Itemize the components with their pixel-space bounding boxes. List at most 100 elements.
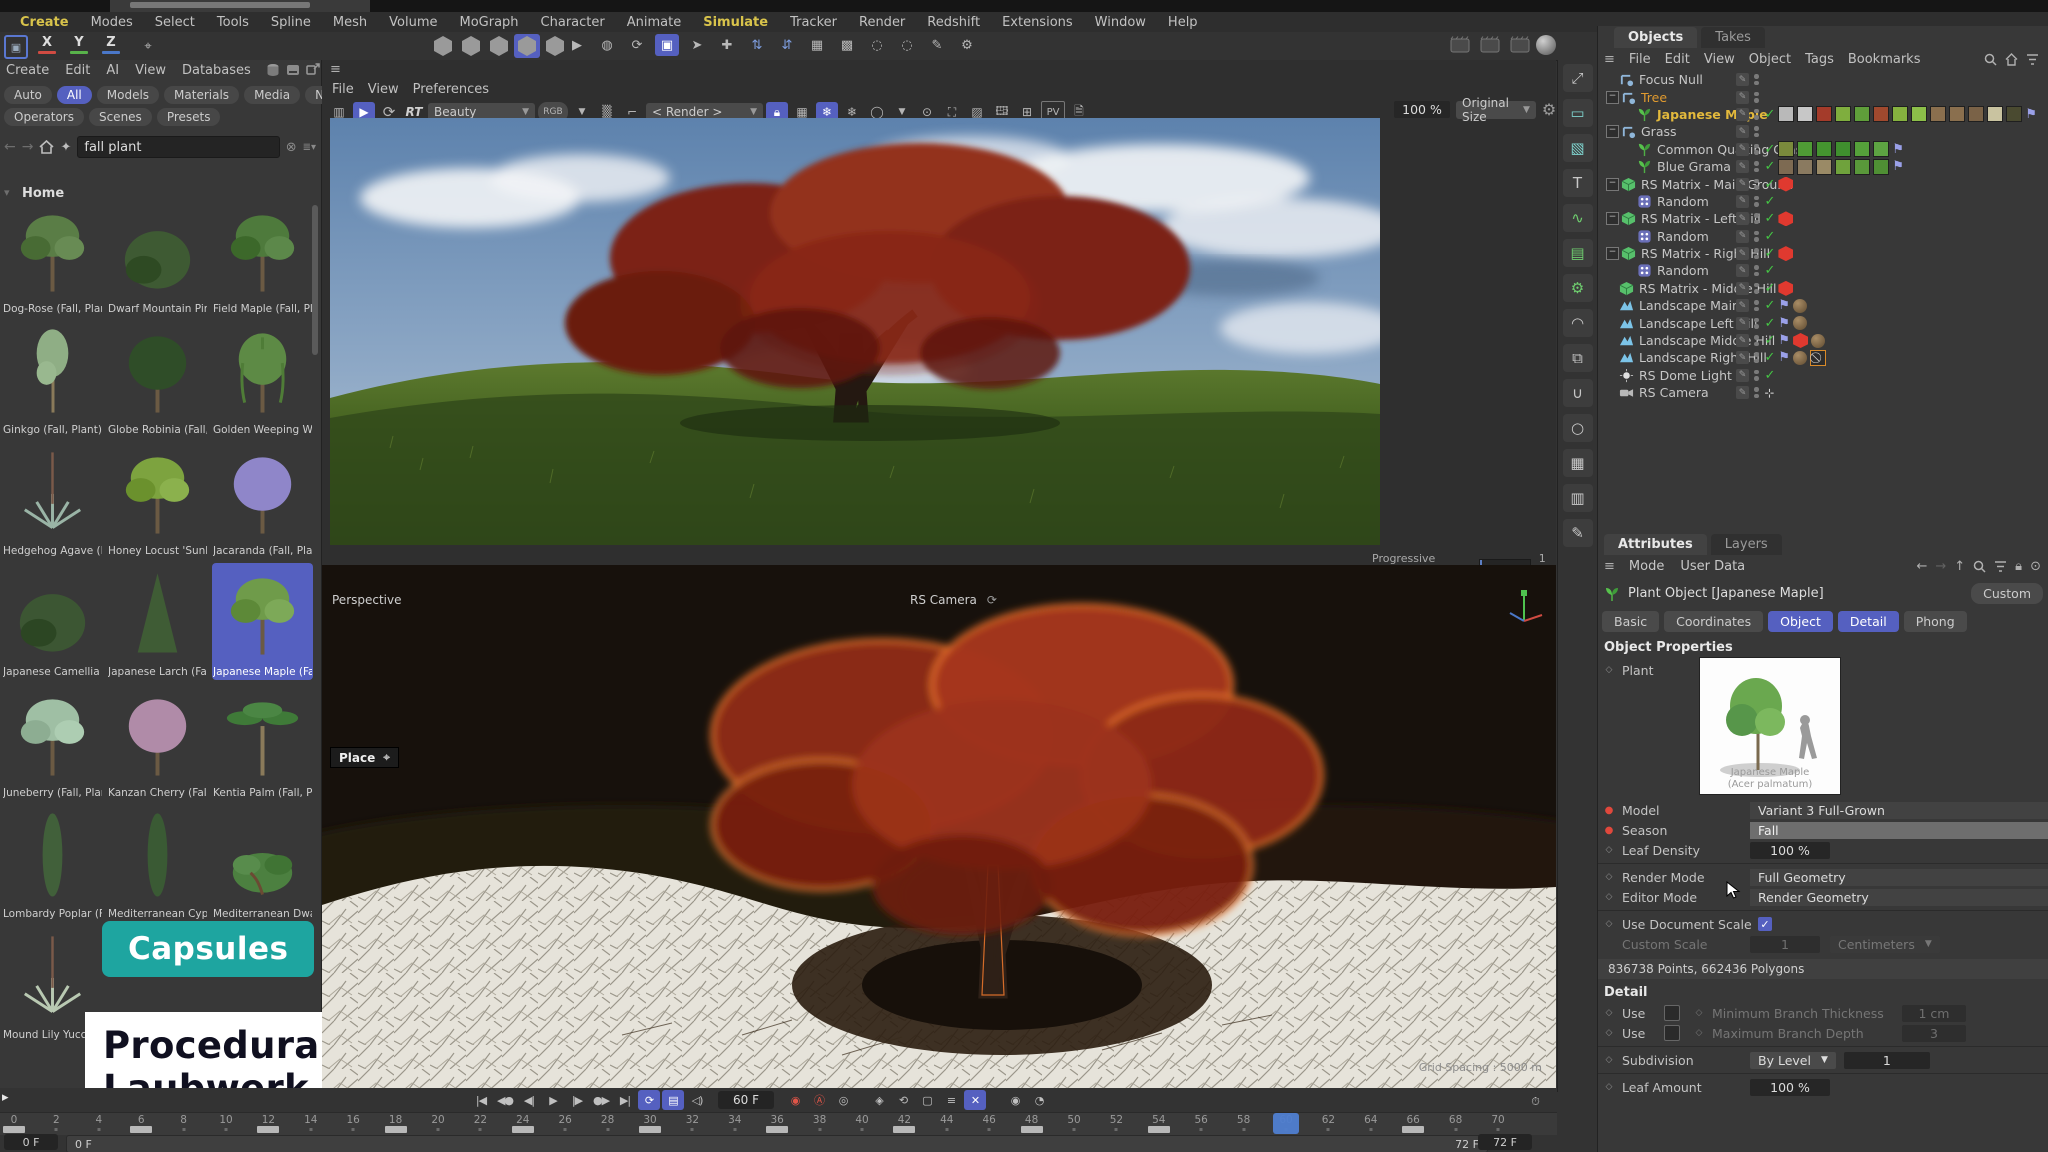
asset-menu-edit[interactable]: Edit: [65, 63, 90, 79]
current-frame-field[interactable]: 60 F: [718, 1091, 774, 1109]
asset-menu-view[interactable]: View: [135, 63, 166, 79]
om-menu-view[interactable]: View: [1704, 52, 1735, 67]
render-mode-key-icon[interactable]: ◇: [1604, 872, 1614, 882]
material-tag-swatch[interactable]: [1987, 106, 2003, 122]
record-scale-button[interactable]: ▢: [916, 1090, 938, 1110]
render-view-button[interactable]: [1448, 34, 1472, 56]
asset-menu-ai[interactable]: AI: [106, 63, 119, 79]
attr-menu-user-data[interactable]: User Data: [1680, 559, 1745, 574]
phong-tag-icon[interactable]: ⚑: [1778, 350, 1790, 365]
grid-add-icon[interactable]: ▩: [835, 34, 859, 56]
loop-playback-button[interactable]: ⟳: [638, 1090, 660, 1110]
material-tag-swatch[interactable]: [1778, 141, 1794, 157]
use-max-key-icon[interactable]: ◇: [1604, 1028, 1614, 1038]
keyframe-preset-b-button[interactable]: ◔: [1028, 1090, 1050, 1110]
play-icon[interactable]: ▶: [565, 34, 589, 56]
edit-toggle-icon[interactable]: ✎: [1736, 160, 1749, 173]
dim-ring-b-icon[interactable]: ◌: [895, 34, 919, 56]
camera-tool-icon[interactable]: ▦: [1563, 449, 1593, 477]
om-filter-icon[interactable]: [2026, 53, 2039, 66]
season-dropdown[interactable]: Fall: [1750, 822, 2048, 839]
object-label[interactable]: RS Camera: [1639, 385, 1709, 400]
om-panel-menu-icon[interactable]: ≡: [1604, 52, 1615, 67]
grid-icon[interactable]: ▦: [805, 34, 829, 56]
model-mode-icon[interactable]: [514, 34, 540, 58]
object-row[interactable]: Focus Null✎: [1598, 71, 2048, 88]
axis-lock-z-button[interactable]: Z: [98, 35, 124, 57]
edit-toggle-icon[interactable]: ✎: [1736, 73, 1749, 86]
tab-takes[interactable]: Takes: [1701, 27, 1765, 48]
nodraw-tag-icon[interactable]: ⃠: [1810, 350, 1826, 366]
range-start-field[interactable]: 0 F: [4, 1134, 58, 1150]
circle-spline-icon[interactable]: ○: [1563, 414, 1593, 442]
material-sphere-icon[interactable]: [1536, 35, 1556, 55]
polygons-mode-icon[interactable]: [486, 34, 512, 58]
asset-tile[interactable]: Japanese Camellia (Fal...: [2, 563, 103, 680]
edit-toggle-icon[interactable]: ✎: [1736, 125, 1749, 138]
tab-objects[interactable]: Objects: [1614, 27, 1697, 48]
attr-forward-icon[interactable]: →: [1935, 559, 1946, 574]
phong-tag-icon[interactable]: ⚑: [1778, 298, 1790, 313]
edit-toggle-icon[interactable]: ✎: [1736, 317, 1749, 330]
timeline-ruler[interactable]: 0246810121416182022242628303234363840424…: [0, 1112, 1557, 1135]
object-row[interactable]: −RS Matrix - Main Ground✎✓: [1598, 175, 2048, 192]
pen-icon[interactable]: ✎: [925, 34, 949, 56]
workplane-icon[interactable]: ▣: [4, 35, 28, 59]
rect-select-icon[interactable]: ▭: [1563, 99, 1593, 127]
record-pla-button[interactable]: ✕: [964, 1090, 986, 1110]
editor-mode-dropdown[interactable]: Render Geometry: [1750, 889, 2048, 906]
next-frame-button[interactable]: |▶: [566, 1090, 588, 1110]
leaf-density-key-icon[interactable]: ◇: [1604, 845, 1614, 855]
leaf-amount-field[interactable]: 100 %: [1750, 1079, 1830, 1096]
edit-toggle-icon[interactable]: ✎: [1736, 369, 1749, 382]
keyframe-preset-a-button[interactable]: ◉: [1004, 1090, 1026, 1110]
edit-toggle-icon[interactable]: ✎: [1736, 299, 1749, 312]
attr-tab-basic[interactable]: Basic: [1602, 611, 1659, 632]
edit-toggle-icon[interactable]: ✎: [1736, 334, 1749, 347]
filter-chip-media[interactable]: Media: [244, 86, 300, 104]
om-search-icon[interactable]: [1984, 53, 1997, 66]
max-branch-field[interactable]: 3: [1902, 1025, 1966, 1042]
asset-tile[interactable]: Mediterranean Cypres...: [107, 805, 208, 922]
smart-search-icon[interactable]: ✦: [60, 140, 71, 155]
back-icon[interactable]: ←: [4, 139, 16, 155]
generator-gear-icon[interactable]: ⚙: [1563, 274, 1593, 302]
asset-tile[interactable]: Honey Locust 'Sunbur...: [107, 442, 208, 559]
visibility-dots-icon[interactable]: [1754, 283, 1759, 294]
clear-search-icon[interactable]: ⊗: [286, 140, 297, 155]
menu-simulate[interactable]: Simulate: [693, 14, 778, 31]
visibility-dots-icon[interactable]: [1754, 387, 1759, 398]
use-max-checkbox[interactable]: ✓: [1664, 1025, 1680, 1041]
forward-icon[interactable]: →: [22, 139, 34, 155]
menu-character[interactable]: Character: [531, 14, 615, 31]
enabled-check-icon[interactable]: ✓: [1765, 159, 1776, 174]
menu-render[interactable]: Render: [849, 14, 915, 31]
asset-tile[interactable]: Globe Robinia (Fall, Pl...: [107, 321, 208, 438]
attr-tab-detail[interactable]: Detail: [1838, 611, 1899, 632]
record-position-button[interactable]: ◈: [868, 1090, 890, 1110]
phong-tag-icon[interactable]: ⚑: [2025, 107, 2037, 122]
leaf-density-field[interactable]: 100 %: [1750, 842, 1830, 859]
cube-mode-icon[interactable]: ▣: [655, 34, 679, 56]
material-tag-swatch[interactable]: [1835, 106, 1851, 122]
attr-tab-phong[interactable]: Phong: [1904, 611, 1967, 632]
enabled-check-icon[interactable]: ✓: [1765, 263, 1776, 278]
filter-chip-all[interactable]: All: [57, 86, 92, 104]
render-view-menu-view[interactable]: View: [368, 82, 399, 97]
object-row[interactable]: Landscape Main✎✓⚑: [1598, 297, 2048, 314]
filter-chip-models[interactable]: Models: [97, 86, 159, 104]
om-menu-tags[interactable]: Tags: [1805, 52, 1834, 67]
playhead[interactable]: [1273, 1113, 1299, 1134]
visibility-dots-icon[interactable]: [1754, 300, 1759, 311]
menu-select[interactable]: Select: [145, 14, 205, 31]
asset-tile-selected[interactable]: Japanese Maple (Fall, ...: [212, 563, 313, 680]
material-sphere-tag[interactable]: [1793, 299, 1807, 313]
expander-icon[interactable]: −: [1606, 247, 1619, 260]
protractor-icon[interactable]: ◠: [1563, 309, 1593, 337]
material-tag-swatch[interactable]: [1854, 159, 1870, 175]
visibility-dots-icon[interactable]: [1754, 161, 1759, 172]
menu-window[interactable]: Window: [1085, 14, 1156, 31]
filter-chip-scenes[interactable]: Scenes: [89, 108, 152, 126]
custom-button[interactable]: Custom: [1971, 583, 2043, 604]
menu-help[interactable]: Help: [1158, 14, 1208, 31]
